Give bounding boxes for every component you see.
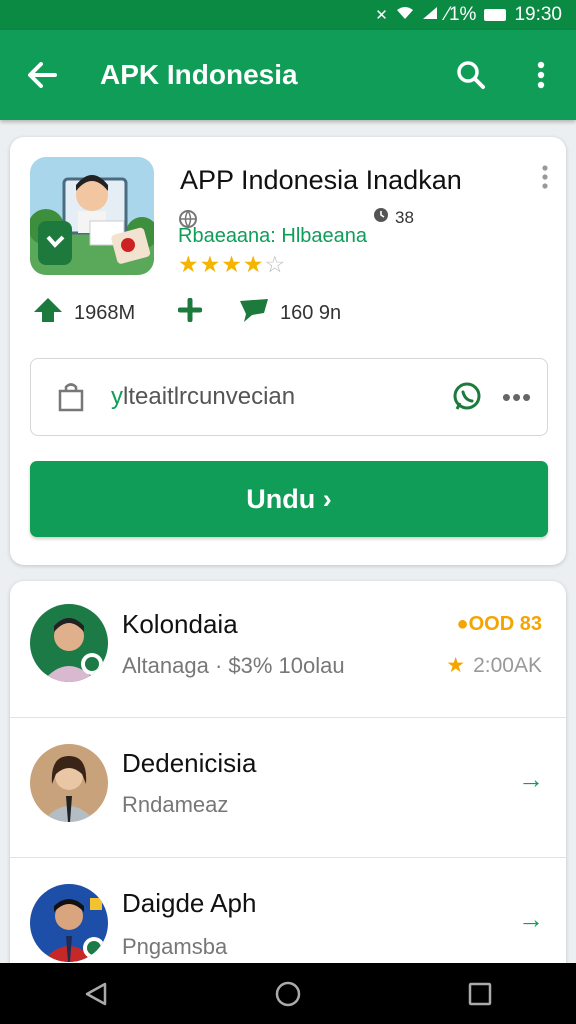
list-item-subtitle: Pngamsba [122, 934, 228, 959]
bag-icon [31, 382, 111, 412]
list-item-subtitle: Rndameaz [122, 792, 229, 817]
arrow-right-icon[interactable]: → [518, 904, 544, 935]
list-item[interactable]: Dedenicisia Rndameaz → [10, 717, 566, 857]
upload-icon [32, 296, 64, 330]
list-item-title: Dedenicisia [122, 748, 257, 778]
battery-percent: ⁄1% [445, 4, 477, 25]
clock: 19:30 [514, 4, 562, 25]
list-item-title: Daigde Aph [122, 888, 257, 918]
arrow-right-icon[interactable]: → [518, 764, 544, 795]
avatar [30, 604, 108, 682]
download-button[interactable]: Undu › [30, 461, 548, 537]
star-icon: ★ [178, 251, 200, 277]
clock-icon [373, 207, 389, 228]
star-icon: ★ [446, 654, 466, 677]
list-item[interactable]: Kolondaia Altanaga · $3% 10olau ●OOD 83 … [10, 581, 566, 721]
page-title: APK Indonesia [100, 59, 298, 90]
comment-icon [238, 297, 270, 329]
info-box[interactable]: ylteaitlrcunvecian ••• [30, 358, 548, 436]
related-list: Kolondaia Altanaga · $3% 10olau ●OOD 83 … [10, 581, 566, 981]
developer-name[interactable]: Rbaeaana: Hlbaeana [178, 225, 367, 248]
app-icon [30, 157, 154, 275]
star-icon: ★ [242, 251, 265, 277]
star-outline-icon: ☆ [264, 251, 287, 277]
avatar [30, 884, 108, 962]
nav-home-icon[interactable] [258, 980, 318, 1008]
app-name: APP Indonesia Inadkan [180, 165, 462, 195]
whatsapp-icon[interactable] [447, 381, 487, 413]
stats-row: 1968M 160 9n [32, 295, 552, 331]
reviews-stat: 160 9n [238, 297, 341, 329]
info-text: ylteaitlrcunvecian [111, 383, 296, 410]
battery-icon [484, 9, 507, 21]
app-detail-card: APP Indonesia Inadkan 38 Rbaeaana: Hlbae… [10, 137, 566, 565]
list-item-downloads: ★ 2:00AK [446, 653, 542, 678]
star-icon: ★ [221, 251, 243, 277]
plus-icon [177, 297, 203, 328]
list-item-title: Kolondaia [122, 609, 238, 639]
more-vert-icon[interactable] [506, 61, 576, 89]
status-bar: ✕ ⁄1% 19:30 [0, 0, 576, 30]
add-stat[interactable] [177, 297, 238, 328]
install-count-value: 38 [395, 207, 414, 227]
list-item-rating: ●OOD 83 [456, 613, 542, 635]
rating-stars: ★★★★☆ [178, 251, 286, 278]
star-icon: ★ [199, 251, 222, 277]
nav-back-icon[interactable] [66, 981, 126, 1007]
list-item-subtitle: Altanaga · $3% 10olau [122, 653, 345, 678]
mute-icon: ✕ [375, 7, 388, 24]
wifi-icon [396, 6, 414, 24]
size-value: 1968M [74, 301, 136, 324]
avatar [30, 744, 108, 822]
back-arrow-icon[interactable] [0, 62, 84, 88]
nav-recents-icon[interactable] [450, 982, 510, 1006]
system-nav-bar [0, 963, 576, 1024]
cell-signal-icon [422, 6, 438, 24]
search-icon[interactable] [436, 60, 506, 90]
install-count: 38 [373, 207, 414, 228]
more-horiz-icon[interactable]: ••• [487, 382, 547, 413]
size-stat: 1968M [32, 296, 178, 330]
card-more-icon[interactable] [542, 165, 548, 194]
reviews-value: 160 9n [280, 301, 342, 324]
app-bar: APK Indonesia [0, 30, 576, 120]
